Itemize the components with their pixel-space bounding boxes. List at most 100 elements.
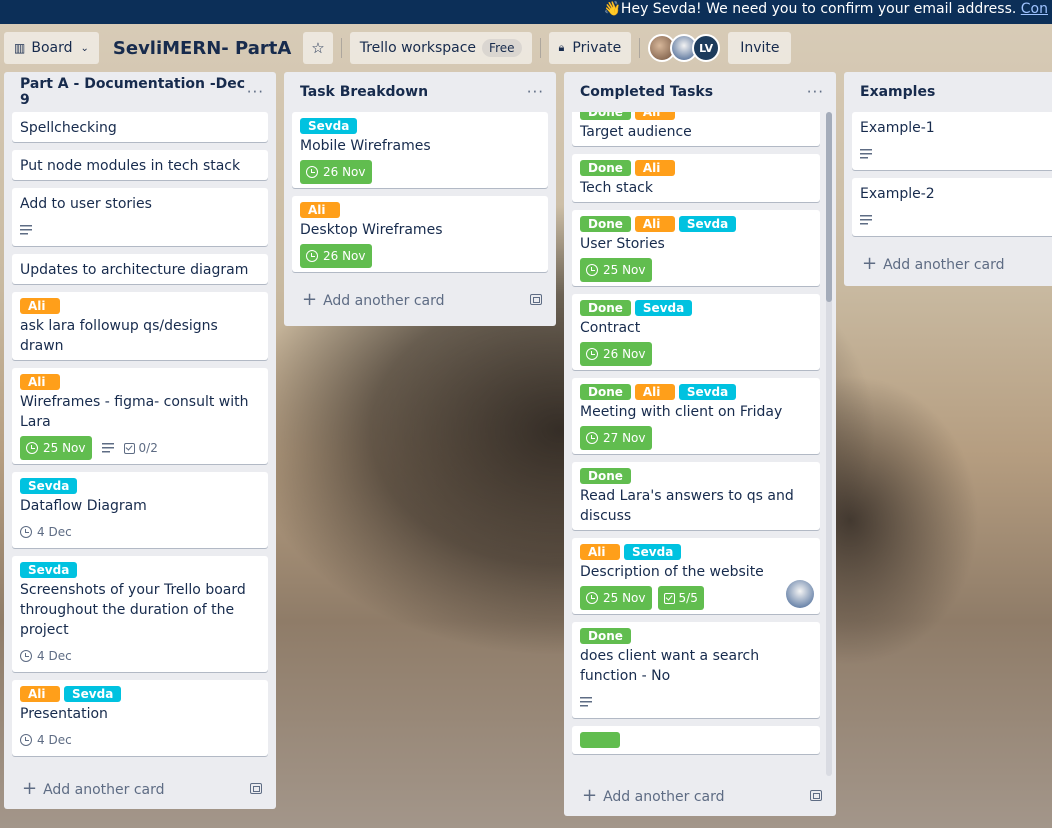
list-card[interactable]: Done Ali Target audience	[572, 112, 820, 146]
card-member-avatar[interactable]	[786, 580, 814, 608]
list-card[interactable]: Sevda Dataflow Diagram 4 Dec	[12, 472, 268, 548]
list-title[interactable]: Completed Tasks	[580, 84, 713, 100]
add-card-button[interactable]: + Add another card	[852, 244, 1052, 282]
label-ali[interactable]: Ali	[20, 374, 60, 390]
list-title[interactable]: Part A - Documentation -Dec 9	[20, 76, 247, 108]
list-card[interactable]: Done Read Lara's answers to qs and discu…	[572, 462, 820, 530]
due-date-text: 4 Dec	[37, 649, 72, 663]
star-board-button[interactable]: ☆	[303, 32, 333, 64]
label-done[interactable]: Done	[580, 468, 631, 484]
card-title: Contract	[580, 320, 641, 336]
clock-icon	[20, 526, 32, 538]
view-switcher-button[interactable]: ▥ Board ⌄	[4, 32, 99, 64]
list-card[interactable]: Done Sevda Contract 26 Nov	[572, 294, 820, 370]
label-ali[interactable]: Ali	[634, 112, 675, 120]
card-badges: 4 Dec	[20, 520, 260, 544]
label-sevda[interactable]: Sevda	[678, 216, 737, 232]
list-menu-icon[interactable]: ···	[247, 83, 268, 101]
label-done[interactable]: Done	[580, 160, 631, 176]
list-header: Task Breakdown ···	[292, 72, 548, 112]
label-ali[interactable]: Ali	[634, 216, 675, 232]
list-header: Examples	[852, 72, 1052, 112]
due-date-text: 4 Dec	[37, 733, 72, 747]
confirm-email-link[interactable]: Con	[1021, 1, 1048, 17]
label-sevda[interactable]: Sevda	[20, 478, 78, 494]
description-icon	[20, 225, 32, 235]
label-ali[interactable]: Ali	[634, 384, 675, 400]
label-ali[interactable]: Ali	[20, 298, 60, 314]
label-ali[interactable]: Ali	[300, 202, 340, 218]
list-card[interactable]: Ali Desktop Wireframes 26 Nov	[292, 196, 548, 272]
list-card[interactable]: Done Ali Sevda Meeting with client on Fr…	[572, 378, 820, 454]
due-date-badge[interactable]: 4 Dec	[20, 644, 78, 668]
add-card-button[interactable]: + Add another card	[12, 769, 268, 807]
label-done[interactable]: Done	[580, 384, 631, 400]
add-card-label: Add another card	[43, 781, 165, 798]
label-done[interactable]: Done	[580, 216, 631, 232]
list-examples: Examples Example-1 Example-2 + Add anothe…	[844, 72, 1052, 286]
label-sevda[interactable]: Sevda	[300, 118, 358, 134]
add-card-button[interactable]: + Add another card	[292, 280, 548, 318]
list-card[interactable]: Done Ali Tech stack	[572, 154, 820, 202]
label-done[interactable]: Done	[580, 628, 631, 644]
description-icon	[580, 697, 592, 707]
due-date-text: 26 Nov	[323, 249, 366, 263]
label-done[interactable]: Done	[580, 300, 631, 316]
card-template-icon[interactable]	[250, 782, 262, 794]
due-date-badge[interactable]: 25 Nov	[580, 258, 652, 282]
due-date-badge[interactable]: 4 Dec	[20, 728, 78, 752]
due-date-badge[interactable]: 26 Nov	[300, 160, 372, 184]
list-card[interactable]: Ali Sevda Presentation 4 Dec	[12, 680, 268, 756]
list-card[interactable]: Put node modules in tech stack	[12, 150, 268, 180]
list-title[interactable]: Examples	[860, 84, 935, 100]
add-card-button[interactable]: + Add another card	[572, 776, 828, 814]
list-card[interactable]: Sevda Screenshots of your Trello board t…	[12, 556, 268, 672]
label-done[interactable]	[580, 732, 620, 748]
list-card[interactable]: Add to user stories	[12, 188, 268, 246]
list-card[interactable]: Done does client want a search function …	[572, 622, 820, 718]
lock-icon: 🔒︎	[558, 41, 565, 54]
due-date-badge[interactable]: 26 Nov	[300, 244, 372, 268]
description-icon	[860, 149, 872, 159]
label-sevda[interactable]: Sevda	[64, 686, 122, 702]
list-card[interactable]: Updates to architecture diagram	[12, 254, 268, 284]
list-scrollbar[interactable]	[826, 112, 832, 776]
label-sevda[interactable]: Sevda	[624, 544, 682, 560]
list-card[interactable]: Ali ask lara followup qs/designs drawn	[12, 292, 268, 360]
workspace-button[interactable]: Trello workspace Free	[349, 32, 532, 64]
list-menu-icon[interactable]: ···	[807, 83, 828, 101]
list-card[interactable]: Sevda Mobile Wireframes 26 Nov	[292, 112, 548, 188]
list-card[interactable]: Ali Sevda Description of the website 25 …	[572, 538, 820, 614]
label-sevda[interactable]: Sevda	[20, 562, 78, 578]
list-menu-icon[interactable]: ···	[527, 83, 548, 101]
due-date-badge[interactable]: 4 Dec	[20, 520, 78, 544]
due-date-badge[interactable]: 25 Nov	[580, 586, 652, 610]
list-card[interactable]: Ali Wireframes - figma- consult with Lar…	[12, 368, 268, 464]
card-template-icon[interactable]	[810, 789, 822, 801]
list-card[interactable]	[572, 726, 820, 754]
board-header: ▥ Board ⌄ SevliMERN- PartA ☆ Trello work…	[0, 24, 1052, 72]
label-sevda[interactable]: Sevda	[678, 384, 737, 400]
member-avatar-initials[interactable]: LV	[692, 34, 721, 62]
scrollbar-thumb[interactable]	[826, 112, 832, 302]
label-ali[interactable]: Ali	[580, 544, 620, 560]
label-ali[interactable]: Ali	[634, 160, 675, 176]
board-title[interactable]: SevliMERN- PartA	[113, 38, 291, 59]
list-card[interactable]: Example-1	[852, 112, 1052, 170]
list-card[interactable]: Done Ali Sevda User Stories 25 Nov	[572, 210, 820, 286]
board-view-icon: ▥	[14, 41, 26, 55]
due-date-badge[interactable]: 25 Nov	[20, 436, 92, 460]
due-date-badge[interactable]: 26 Nov	[580, 342, 652, 366]
list-title[interactable]: Task Breakdown	[300, 84, 428, 100]
card-template-icon[interactable]	[530, 293, 542, 305]
label-sevda[interactable]: Sevda	[634, 300, 693, 316]
due-date-badge[interactable]: 27 Nov	[580, 426, 652, 450]
label-done[interactable]: Done	[580, 112, 631, 120]
add-card-label: Add another card	[603, 788, 725, 805]
view-switcher-label: Board	[31, 40, 73, 56]
list-card[interactable]: Example-2	[852, 178, 1052, 236]
label-ali[interactable]: Ali	[20, 686, 60, 702]
invite-button[interactable]: Invite	[728, 32, 792, 64]
list-card[interactable]: Spellchecking	[12, 112, 268, 142]
visibility-button[interactable]: 🔒︎ Private	[548, 32, 632, 64]
